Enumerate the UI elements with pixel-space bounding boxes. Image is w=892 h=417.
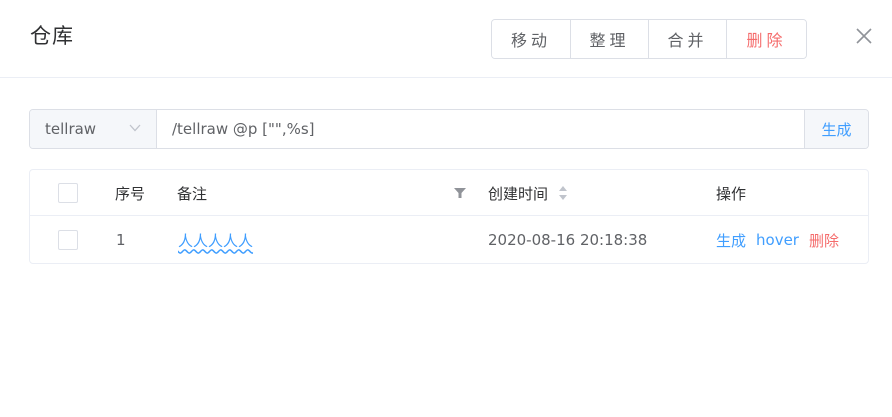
- warehouse-table: 序号 备注 创建时间 操作 1 人人人人人 2020-08-16 20:18:3…: [29, 169, 869, 264]
- sort-icon[interactable]: [558, 185, 568, 201]
- merge-button[interactable]: 合并: [649, 20, 727, 58]
- row-remark-cell: 人人人人人: [178, 217, 253, 263]
- organize-button[interactable]: 整理: [571, 20, 649, 58]
- row-hover-link[interactable]: hover: [756, 231, 799, 249]
- command-input[interactable]: [157, 110, 804, 148]
- header-checkbox-cell: [58, 170, 78, 216]
- column-header-index: 序号: [115, 184, 146, 203]
- column-header-created: 创建时间: [488, 184, 549, 203]
- toolbar-button-group: 移动 整理 合并 删除: [491, 19, 807, 59]
- dialog-header: 仓库 移动 整理 合并 删除: [0, 0, 892, 78]
- remark-filter-cell: [454, 170, 466, 216]
- table-header-row: 序号 备注 创建时间 操作: [30, 170, 868, 216]
- row-checkbox[interactable]: [58, 230, 78, 250]
- row-actions: 生成 hover 删除: [716, 217, 839, 263]
- row-delete-link[interactable]: 删除: [809, 230, 839, 251]
- command-bar: tellraw 生成: [29, 109, 869, 149]
- delete-button[interactable]: 删除: [727, 20, 806, 58]
- row-index: 1: [116, 231, 126, 249]
- filter-icon[interactable]: [454, 188, 466, 198]
- generate-button[interactable]: 生成: [804, 110, 868, 148]
- select-all-checkbox[interactable]: [58, 183, 78, 203]
- row-remark-link[interactable]: 人人人人人: [178, 230, 253, 251]
- row-created-time: 2020-08-16 20:18:38: [488, 231, 648, 249]
- row-checkbox-cell: [58, 217, 78, 263]
- column-header-actions: 操作: [716, 184, 747, 203]
- table-row: 1 人人人人人 2020-08-16 20:18:38 生成 hover 删除: [30, 217, 868, 263]
- dialog-title: 仓库: [30, 24, 74, 48]
- move-button[interactable]: 移动: [492, 20, 571, 58]
- command-type-select[interactable]: tellraw: [30, 110, 157, 148]
- chevron-down-icon: [129, 124, 141, 132]
- command-type-value: tellraw: [45, 120, 97, 138]
- close-icon[interactable]: [854, 26, 874, 46]
- column-header-remark: 备注: [177, 184, 208, 203]
- row-generate-link[interactable]: 生成: [716, 230, 746, 251]
- column-header-created-cell[interactable]: 创建时间: [488, 170, 568, 216]
